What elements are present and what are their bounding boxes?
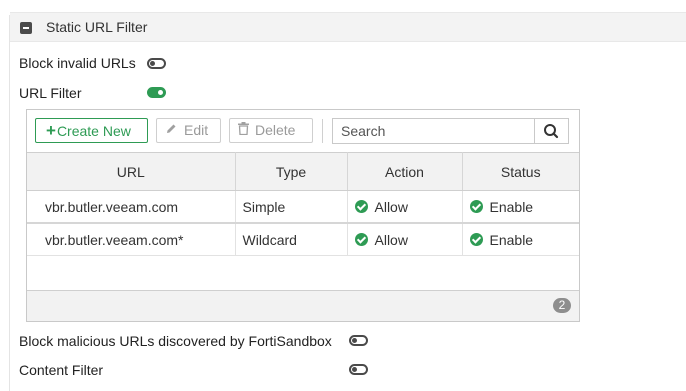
- search-icon: [544, 124, 559, 139]
- section-border: [9, 15, 10, 391]
- column-header-status[interactable]: Status: [462, 152, 579, 191]
- table-footer: 2: [27, 290, 579, 321]
- url-filter-label: URL Filter: [19, 85, 82, 101]
- status-value: Enable: [489, 231, 534, 248]
- action-cell: Allow: [347, 190, 463, 224]
- block-malicious-urls-label: Block malicious URLs discovered by Forti…: [19, 333, 332, 349]
- create-new-button[interactable]: +Create New: [35, 118, 148, 143]
- check-circle-icon: [469, 232, 483, 246]
- edit-button[interactable]: Edit: [156, 118, 221, 143]
- section-title: Static URL Filter: [46, 19, 148, 35]
- edit-label: Edit: [184, 122, 209, 138]
- delete-button[interactable]: Delete: [229, 118, 313, 143]
- trash-icon: [238, 119, 249, 142]
- status-cell: Enable: [462, 222, 579, 256]
- block-malicious-urls-toggle[interactable]: [349, 335, 368, 346]
- search-input[interactable]: [333, 119, 535, 143]
- plus-icon: +: [46, 121, 56, 140]
- type-cell: Wildcard: [235, 222, 348, 256]
- search-button[interactable]: [534, 119, 568, 143]
- column-header-url[interactable]: URL: [27, 152, 236, 191]
- check-circle-icon: [469, 199, 483, 213]
- section-header-static-url-filter[interactable]: Static URL Filter: [10, 12, 686, 42]
- table-row[interactable]: vbr.butler.veeam.com* Wildcard Allow Ena…: [27, 222, 579, 256]
- table-header-row: URL Type Action Status: [27, 152, 579, 191]
- column-header-action[interactable]: Action: [347, 152, 463, 191]
- status-cell: Enable: [462, 190, 579, 224]
- url-cell: vbr.butler.veeam.com: [27, 190, 236, 224]
- toolbar-divider: [322, 119, 323, 143]
- create-new-label: Create New: [56, 123, 131, 139]
- pencil-icon: [165, 119, 178, 142]
- column-header-type[interactable]: Type: [235, 152, 348, 191]
- action-value: Allow: [374, 231, 408, 248]
- block-invalid-urls-label: Block invalid URLs: [19, 55, 136, 71]
- content-filter-toggle[interactable]: [349, 364, 368, 375]
- status-value: Enable: [489, 198, 534, 215]
- block-invalid-urls-toggle[interactable]: [147, 58, 166, 69]
- search-box: [332, 118, 569, 144]
- url-filter-toggle[interactable]: [147, 87, 166, 98]
- url-filter-table: URL Type Action Status vbr.butler.veeam.…: [27, 152, 579, 256]
- delete-label: Delete: [255, 122, 296, 138]
- row-count-badge: 2: [553, 298, 571, 313]
- check-circle-icon: [354, 199, 368, 213]
- check-circle-icon: [354, 232, 368, 246]
- table-row[interactable]: vbr.butler.veeam.com Simple Allow Enable: [27, 190, 579, 224]
- collapse-minus-icon[interactable]: [20, 22, 32, 34]
- type-cell: Simple: [235, 190, 348, 224]
- action-cell: Allow: [347, 222, 463, 256]
- url-filter-table-panel: +Create New Edit Delete URL Type Action …: [26, 109, 580, 322]
- action-value: Allow: [374, 198, 408, 215]
- content-filter-label: Content Filter: [19, 362, 104, 378]
- url-cell: vbr.butler.veeam.com*: [27, 222, 236, 256]
